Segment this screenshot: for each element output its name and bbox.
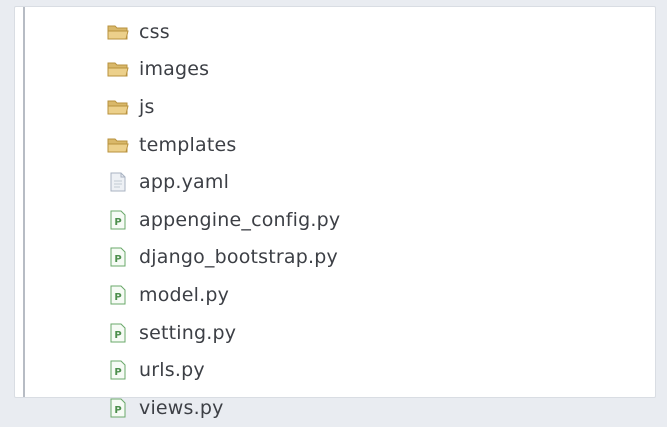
tree-item-folder-js[interactable]: js (107, 88, 340, 126)
file-tree: css images js templates app.yaml P appen… (107, 13, 340, 427)
svg-text:P: P (114, 292, 121, 303)
tree-item-file-urls[interactable]: P urls.py (107, 351, 340, 389)
svg-text:P: P (114, 217, 121, 228)
tree-guide-line (23, 7, 25, 397)
tree-item-file-model[interactable]: P model.py (107, 276, 340, 314)
python-file-icon: P (107, 323, 129, 343)
svg-text:P: P (114, 367, 121, 378)
tree-item-label: views.py (139, 396, 224, 419)
text-file-icon (107, 172, 129, 192)
tree-item-label: css (139, 20, 170, 43)
tree-item-label: templates (139, 133, 237, 156)
tree-item-label: images (139, 58, 210, 81)
tree-item-label: setting.py (139, 321, 237, 344)
python-file-icon: P (107, 360, 129, 380)
tree-item-folder-templates[interactable]: templates (107, 126, 340, 164)
tree-item-folder-images[interactable]: images (107, 51, 340, 89)
python-file-icon: P (107, 210, 129, 230)
python-file-icon: P (107, 398, 129, 418)
tree-item-file-views[interactable]: P views.py (107, 389, 340, 427)
folder-icon (107, 97, 129, 117)
svg-text:P: P (114, 405, 121, 416)
tree-item-label: js (139, 95, 155, 118)
screenshot-frame: css images js templates app.yaml P appen… (0, 0, 667, 419)
folder-icon (107, 59, 129, 79)
tree-item-file-app-yaml[interactable]: app.yaml (107, 163, 340, 201)
tree-item-label: django_bootstrap.py (139, 246, 338, 269)
tree-item-file-appengine-config[interactable]: P appengine_config.py (107, 201, 340, 239)
tree-item-label: urls.py (139, 359, 205, 382)
tree-item-label: app.yaml (139, 171, 230, 194)
python-file-icon: P (107, 285, 129, 305)
tree-item-folder-css[interactable]: css (107, 13, 340, 51)
tree-item-label: model.py (139, 283, 230, 306)
folder-icon (107, 135, 129, 155)
python-file-icon: P (107, 247, 129, 267)
tree-item-file-setting[interactable]: P setting.py (107, 314, 340, 352)
project-explorer-panel: css images js templates app.yaml P appen… (14, 6, 656, 419)
tree-item-file-django-bootstrap[interactable]: P django_bootstrap.py (107, 239, 340, 277)
svg-text:P: P (114, 254, 121, 265)
svg-text:P: P (114, 330, 121, 341)
folder-icon (107, 22, 129, 42)
tree-item-label: appengine_config.py (139, 208, 341, 231)
